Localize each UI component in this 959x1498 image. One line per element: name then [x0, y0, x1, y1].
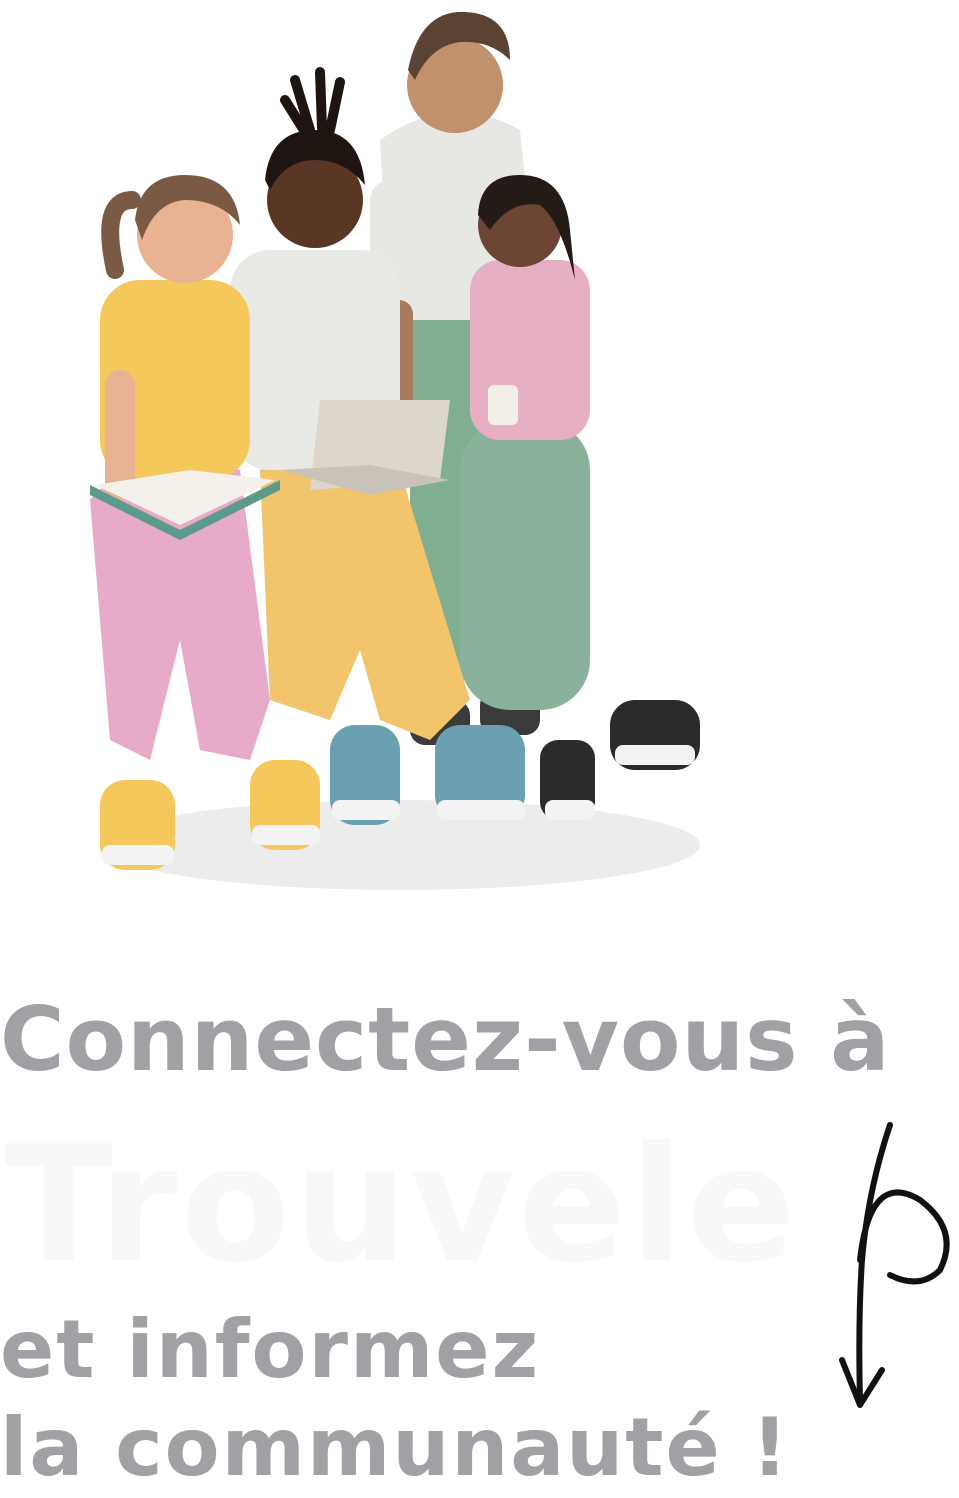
hero-illustration — [90, 11, 700, 890]
hand-drawn-arrow-down-icon[interactable] — [820, 1110, 959, 1430]
headline-line-1: Connectez-vous à — [0, 988, 891, 1091]
headline-line-2: et informez — [0, 1303, 541, 1396]
headline-line-3: la communauté ! — [0, 1401, 791, 1494]
brand-name: Trouvele — [4, 1111, 799, 1298]
